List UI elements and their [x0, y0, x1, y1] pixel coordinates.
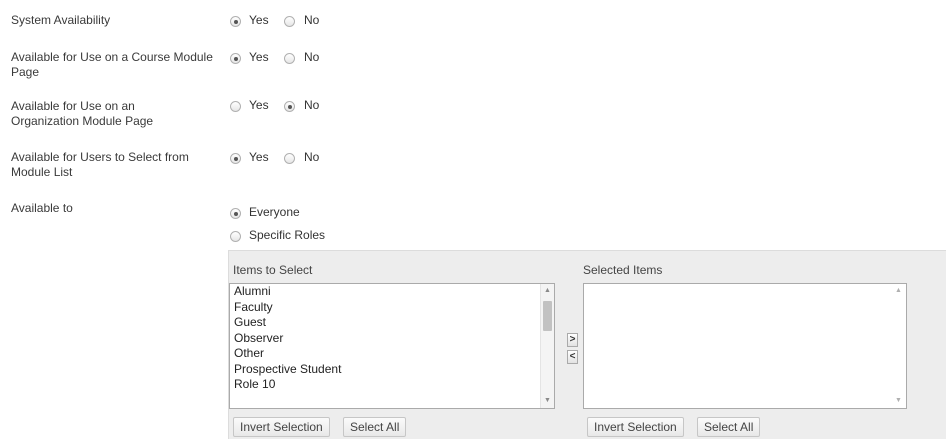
no-label: No [304, 13, 320, 27]
selected-list-scrollbar[interactable]: ▲ ▼ [892, 284, 906, 408]
system-availability-no-radio[interactable] [284, 16, 295, 27]
yes-label: Yes [249, 13, 269, 27]
role-option[interactable]: Guest [230, 315, 554, 331]
yes-label: Yes [249, 98, 269, 112]
role-option[interactable]: Role 10 [230, 377, 554, 393]
selected-invert-selection-button[interactable]: Invert Selection [587, 417, 684, 437]
selected-select-all-button[interactable]: Select All [697, 417, 761, 437]
yes-label: Yes [249, 50, 269, 64]
role-option[interactable]: Alumni [230, 284, 554, 300]
scroll-up-arrow-icon[interactable]: ▲ [544, 287, 551, 295]
organization-module-yes-radio[interactable] [230, 101, 241, 112]
role-option[interactable]: Other [230, 346, 554, 362]
role-option[interactable]: Prospective Student [230, 362, 554, 378]
scroll-up-arrow-icon[interactable]: ▲ [895, 287, 902, 295]
items-to-select-title: Items to Select [233, 263, 313, 277]
selected-items-list[interactable]: ▲ ▼ [583, 283, 907, 409]
no-label: No [304, 98, 320, 112]
move-left-button[interactable]: < [567, 350, 578, 364]
module-list-no-radio[interactable] [284, 153, 295, 164]
no-label: No [304, 150, 320, 164]
scroll-thumb[interactable] [543, 301, 552, 331]
items-invert-selection-button[interactable]: Invert Selection [233, 417, 330, 437]
label-select-from-module-list: Available for Users to Select from Modul… [11, 150, 189, 179]
label-organization-module-page: Available for Use on an Organization Mod… [11, 99, 154, 128]
scroll-down-arrow-icon[interactable]: ▼ [544, 397, 551, 405]
organization-module-no-radio[interactable] [284, 101, 295, 112]
yes-label: Yes [249, 150, 269, 164]
label-available-to: Available to [11, 201, 73, 215]
items-to-select-list[interactable]: Alumni Faculty Guest Observer Other Prospecti… [229, 283, 555, 409]
items-list-scrollbar[interactable]: ▲ ▼ [540, 284, 554, 408]
move-right-button[interactable]: > [567, 333, 578, 347]
course-module-yes-radio[interactable] [230, 53, 241, 64]
role-picker-panel: Items to Select Selected Items Alumni Fac… [228, 250, 946, 439]
role-option[interactable]: Faculty [230, 300, 554, 316]
no-label: No [304, 50, 320, 64]
scroll-down-arrow-icon[interactable]: ▼ [895, 397, 902, 405]
selected-items-title: Selected Items [583, 263, 663, 277]
everyone-radio[interactable] [230, 208, 241, 219]
items-list-options: Alumni Faculty Guest Observer Other Prospecti… [230, 284, 554, 393]
role-option[interactable]: Observer [230, 331, 554, 347]
label-course-module-page: Available for Use on a Course Module Pag… [11, 50, 213, 79]
module-list-yes-radio[interactable] [230, 153, 241, 164]
course-module-no-radio[interactable] [284, 53, 295, 64]
label-system-availability: System Availability [11, 13, 111, 27]
items-select-all-button[interactable]: Select All [343, 417, 407, 437]
everyone-label: Everyone [249, 205, 300, 219]
system-availability-yes-radio[interactable] [230, 16, 241, 27]
specific-roles-radio[interactable] [230, 231, 241, 242]
specific-roles-label: Specific Roles [249, 228, 326, 242]
